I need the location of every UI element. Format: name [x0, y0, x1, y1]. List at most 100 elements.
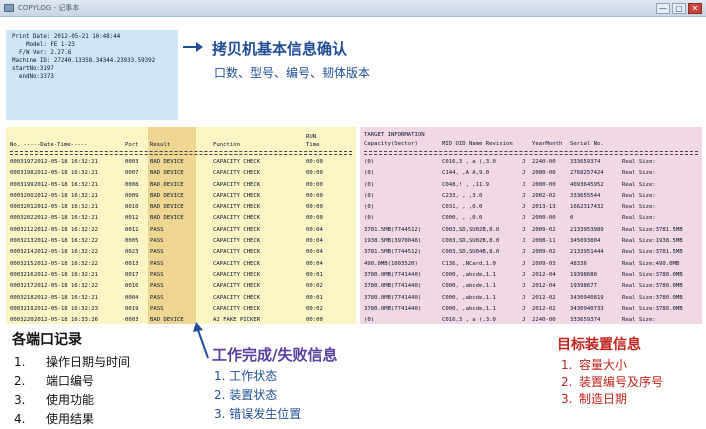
- print-info-line: Print Date: 2012-05-21 10:48:44: [12, 34, 121, 40]
- target-capacity: 3780.0MB(7741440): [364, 283, 422, 290]
- legend-item: 3. 错误发生位置: [214, 407, 302, 421]
- col-result: Result: [150, 142, 171, 148]
- log-result: BAD DEVICE: [150, 192, 184, 199]
- target-ids: C136, ,NCard,1.0: [442, 260, 496, 267]
- target-flag: J: [522, 317, 526, 324]
- target-flag: J: [522, 159, 526, 165]
- log-row: 0003220 2012-05-18 16:33:26 0003 BAD DEVICE…: [6, 316, 356, 327]
- target-serial: 19398677: [570, 283, 597, 290]
- divider: [10, 154, 352, 155]
- log-runtime: 00:00: [306, 181, 323, 188]
- close-button[interactable]: ✕: [688, 2, 702, 14]
- target-capacity: 490.0MB(1003520): [364, 260, 418, 267]
- log-datetime: 2012-05-18 16:32:22: [34, 238, 98, 245]
- port-record-legend: 各端口记录 1. 操作日期与时间 2. 端口编号 3. 使用功能 4. 使用结果: [12, 329, 130, 429]
- target-serial: 2133951444: [570, 249, 604, 256]
- target-serial: 3430940733: [570, 305, 604, 312]
- maximize-button[interactable]: ▢: [672, 2, 686, 14]
- target-row: 490.0MB(1003520) C136, ,NCard,1.0 J 2009-03…: [360, 260, 702, 271]
- log-port: 0007: [125, 170, 139, 177]
- target-realsize: Real Size:3781.5MB: [622, 249, 683, 256]
- log-datetime: 2012-05-18 16:33:26: [34, 317, 98, 324]
- target-serial: 345093804: [570, 238, 601, 245]
- arrow-up-left-icon: [193, 322, 209, 359]
- target-flag: J: [522, 192, 526, 199]
- print-info-line: F/W Ver: 2.27.6: [12, 50, 72, 56]
- target-flag: J: [522, 249, 526, 256]
- log-datetime: 2012-05-18 16:32:21: [34, 170, 98, 177]
- target-serial: 2133953989: [570, 226, 604, 233]
- log-function: CAPACITY CHECK: [213, 159, 261, 165]
- target-row: (0) C031, , ,0.0 J 2013-13 1662317432 Real Si…: [360, 203, 702, 214]
- print-info-line: endNo:3373: [12, 74, 54, 80]
- target-capacity: (0): [364, 170, 375, 177]
- log-no: 0003214: [10, 249, 34, 256]
- target-realsize: Real Size:: [622, 204, 656, 211]
- log-runtime: 00:02: [306, 305, 323, 312]
- target-realsize: Real Size:3780.0MB: [622, 294, 683, 301]
- copy-log-panel: No. -----Date-Time----- Port Result Func…: [6, 127, 356, 324]
- target-ids: C144, ,A A,9.0: [442, 170, 490, 177]
- log-row: 0003214 2012-05-18 16:32:22 0023 PASS CAPACI…: [6, 248, 356, 259]
- target-row: (0) C000, , ,0.0 J 2000-00 0 Real Size:: [360, 214, 702, 225]
- log-result: PASS: [150, 249, 164, 256]
- target-ids: C233, , ,3.0: [442, 192, 483, 199]
- log-result: PASS: [150, 271, 164, 278]
- print-info-line: Machine ID: 27240.13358.34344.23933.5939…: [12, 58, 156, 64]
- target-yearmonth: 2080-00: [532, 170, 556, 177]
- target-realsize: Real Size:3780.0MB: [622, 283, 683, 290]
- minimize-button[interactable]: —: [656, 2, 670, 14]
- log-no: 0003216: [10, 271, 34, 278]
- legend-item: 3. 使用功能: [14, 393, 95, 407]
- log-row: 0003216 2012-05-18 16:32:21 0017 PASS CAPACI…: [6, 271, 356, 282]
- target-ids: C003,SD,SU02B,8.0: [442, 238, 500, 245]
- log-row: 0003217 2012-05-18 16:32:22 0016 PASS CAPACI…: [6, 282, 356, 293]
- col-port: Port: [125, 142, 139, 148]
- log-runtime: 00:04: [306, 260, 323, 267]
- target-flag: J: [522, 170, 526, 177]
- target-ids: C031, , ,0.0: [442, 204, 483, 211]
- log-no: 0003200: [10, 192, 34, 199]
- target-yearmonth: 2009-03: [532, 260, 556, 267]
- log-no: 0003201: [10, 204, 34, 211]
- log-port: 0003: [125, 159, 139, 165]
- log-header: No. -----Date-Time----- Port Result Func…: [6, 129, 356, 151]
- log-port: 0016: [125, 283, 139, 290]
- target-realsize: Real Size:1938.5MB: [622, 238, 683, 245]
- log-row: 0003215 2012-05-18 16:32:22 0013 PASS CAPACI…: [6, 260, 356, 271]
- target-info-panel: TARGET INFORMATION Capacity(Sector) MID …: [360, 127, 702, 324]
- log-rows: 0003197 2012-05-18 16:32:21 0003 BAD DEVICE…: [6, 158, 356, 327]
- target-yearmonth: 2012-02: [532, 294, 556, 301]
- machine-info-title: 拷贝机基本信息确认: [212, 40, 348, 58]
- target-row: (0) C048,! , ,11.9 J 2000-00 4093645952 Real …: [360, 181, 702, 192]
- target-serial: 48336: [570, 260, 587, 267]
- target-capacity: (0): [364, 317, 375, 324]
- target-info-title: TARGET INFORMATION: [364, 132, 425, 138]
- target-serial: 2768257424: [570, 170, 604, 177]
- log-no: 0003197: [10, 159, 34, 165]
- divider: [364, 154, 698, 155]
- target-realsize: Real Size:: [622, 181, 656, 188]
- log-function: A2 FAKE PICKER: [213, 317, 261, 324]
- log-function: CAPACITY CHECK: [213, 294, 261, 301]
- log-result: PASS: [150, 260, 164, 267]
- target-capacity: (0): [364, 181, 375, 188]
- target-capacity: 3780.0MB(7741440): [364, 294, 422, 301]
- divider: [10, 151, 352, 152]
- log-row: 0003219 2012-05-18 16:32:23 0019 PASS CAPACI…: [6, 305, 356, 316]
- target-yearmonth: 2240-00: [532, 159, 556, 165]
- target-realsize: Real Size:: [622, 170, 656, 177]
- log-function: CAPACITY CHECK: [213, 204, 261, 211]
- target-yearmonth: 2012-02: [532, 305, 556, 312]
- log-no: 0003219: [10, 305, 34, 312]
- target-ids: C048,! , ,11.9: [442, 181, 490, 188]
- target-flag: J: [522, 204, 526, 211]
- log-runtime: 00:00: [306, 317, 323, 324]
- target-row: 1938.5MB(3970048) C003,SD,SU02B,8.0 J 2008-…: [360, 237, 702, 248]
- legend-item: 2. 端口编号: [14, 374, 95, 388]
- log-runtime: 00:01: [306, 294, 323, 301]
- target-flag: J: [522, 226, 526, 233]
- print-info-line: Model: FE 1-23: [12, 42, 75, 48]
- target-flag: J: [522, 260, 526, 267]
- log-function: CAPACITY CHECK: [213, 283, 261, 290]
